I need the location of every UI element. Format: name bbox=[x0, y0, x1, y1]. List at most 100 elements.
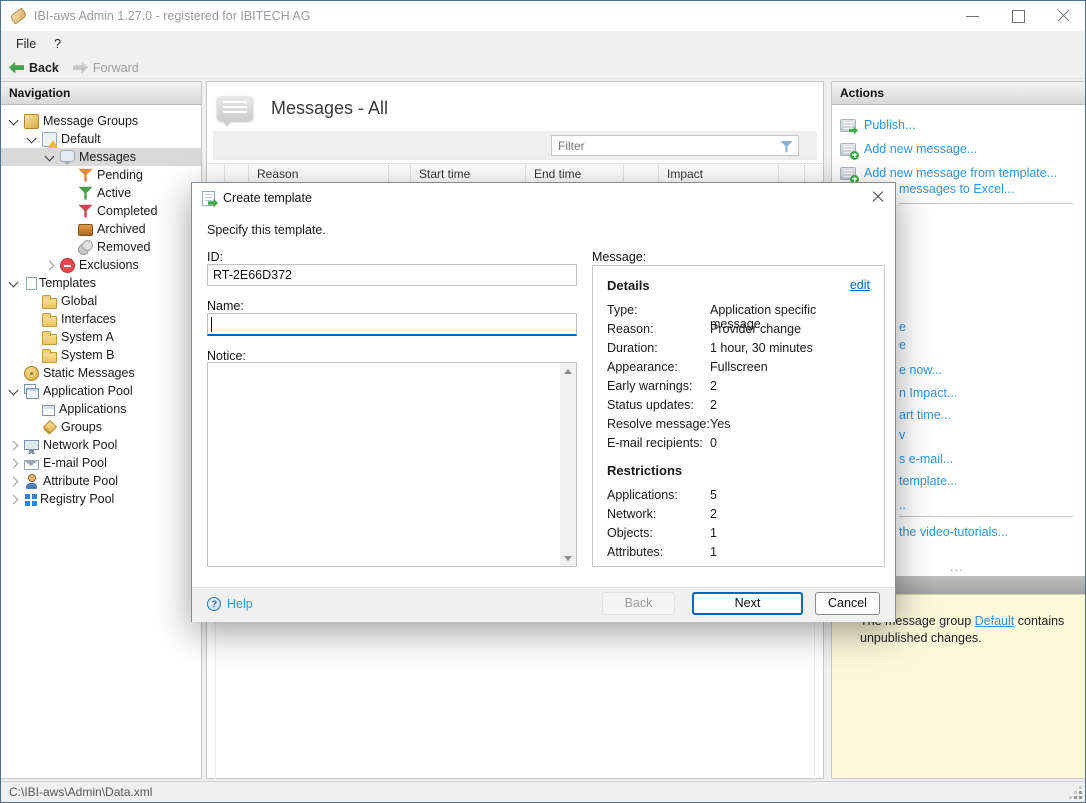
action-link-fragment[interactable]: v bbox=[899, 428, 905, 442]
tree-item[interactable]: Exclusions bbox=[1, 256, 201, 274]
action-link-fragment[interactable]: s e-mail... bbox=[899, 452, 953, 466]
tree-item[interactable]: Network Pool bbox=[1, 436, 201, 454]
chevron-icon[interactable] bbox=[61, 205, 74, 218]
chevron-icon[interactable] bbox=[7, 493, 20, 506]
chevron-icon[interactable] bbox=[7, 439, 20, 452]
action-link-fragment[interactable]: e now... bbox=[899, 363, 942, 377]
chevron-icon[interactable] bbox=[25, 295, 38, 308]
column-header[interactable]: Impact bbox=[659, 164, 779, 183]
tree-item-label: Archived bbox=[97, 222, 146, 236]
chevron-icon[interactable] bbox=[7, 475, 20, 488]
chevron-icon[interactable] bbox=[61, 187, 74, 200]
chevron-icon[interactable] bbox=[61, 223, 74, 236]
chevron-icon[interactable] bbox=[43, 151, 56, 164]
action-link-fragment[interactable]: template... bbox=[899, 474, 957, 488]
column-header[interactable] bbox=[207, 164, 225, 183]
chevron-icon[interactable] bbox=[25, 133, 38, 146]
forward-button[interactable]: Forward bbox=[73, 61, 139, 75]
tree-item[interactable]: Global bbox=[1, 292, 201, 310]
close-button[interactable] bbox=[1040, 1, 1085, 31]
tree-item[interactable]: Archived bbox=[1, 220, 201, 238]
next-button[interactable]: Next bbox=[692, 592, 803, 615]
tree-item[interactable]: E-mail Pool bbox=[1, 454, 201, 472]
chevron-icon[interactable] bbox=[43, 259, 56, 272]
chevron-icon[interactable] bbox=[25, 421, 38, 434]
action-link[interactable]: Add new message... bbox=[840, 137, 1086, 161]
tree-item[interactable]: Messages bbox=[1, 148, 201, 166]
dialog-close-icon[interactable] bbox=[870, 189, 886, 205]
tree-item[interactable]: Applications bbox=[1, 400, 201, 418]
tree-item[interactable]: Active bbox=[1, 184, 201, 202]
chevron-icon[interactable] bbox=[7, 277, 20, 290]
name-field[interactable] bbox=[207, 313, 577, 336]
resize-grip-icon[interactable] bbox=[1079, 796, 1082, 799]
scroll-down-icon[interactable] bbox=[560, 550, 576, 566]
chevron-icon[interactable] bbox=[25, 349, 38, 362]
tree-item[interactable]: Registry Pool bbox=[1, 490, 201, 508]
tree-item[interactable]: Application Pool bbox=[1, 382, 201, 400]
detail-row: E-mail recipients: 0 bbox=[607, 436, 870, 455]
help-link[interactable]: Help bbox=[207, 597, 253, 611]
tree-item[interactable]: Pending bbox=[1, 166, 201, 184]
filter-funnel-icon[interactable] bbox=[780, 140, 793, 153]
column-header[interactable]: Reason bbox=[249, 164, 389, 183]
minimize-button[interactable] bbox=[950, 1, 995, 31]
chevron-icon[interactable] bbox=[61, 241, 74, 254]
tree-item[interactable]: Groups bbox=[1, 418, 201, 436]
scroll-up-icon[interactable] bbox=[560, 363, 576, 379]
chevron-icon[interactable] bbox=[25, 403, 38, 416]
column-header[interactable] bbox=[225, 164, 249, 183]
column-header[interactable]: Start time bbox=[411, 164, 526, 183]
action-link-fragment[interactable]: messages to Excel... bbox=[899, 182, 1014, 196]
action-link-fragment[interactable]: ... bbox=[950, 560, 963, 574]
chevron-icon[interactable] bbox=[25, 313, 38, 326]
chevron-icon[interactable] bbox=[25, 331, 38, 344]
action-link-fragment[interactable] bbox=[899, 203, 1073, 204]
cancel-button[interactable]: Cancel bbox=[815, 592, 880, 615]
action-link[interactable]: Publish... bbox=[840, 113, 1086, 137]
menu-item[interactable]: ? bbox=[45, 34, 70, 54]
tree-item[interactable]: Templates bbox=[1, 274, 201, 292]
column-header[interactable] bbox=[624, 164, 659, 183]
chevron-icon[interactable] bbox=[7, 457, 20, 470]
tree-item[interactable]: Static Messages bbox=[1, 364, 201, 382]
action-link-fragment[interactable]: n Impact... bbox=[899, 386, 957, 400]
tree-item[interactable]: Interfaces bbox=[1, 310, 201, 328]
tree-item[interactable]: Completed bbox=[1, 202, 201, 220]
tree-item[interactable]: Removed bbox=[1, 238, 201, 256]
edit-link[interactable]: edit bbox=[850, 278, 870, 293]
action-link-fragment[interactable]: e bbox=[899, 338, 906, 352]
messages-icon bbox=[217, 96, 253, 121]
tree-item[interactable]: System A bbox=[1, 328, 201, 346]
action-link-fragment[interactable]: e bbox=[899, 320, 906, 334]
action-link-fragment[interactable] bbox=[899, 516, 1073, 517]
chevron-icon[interactable] bbox=[61, 169, 74, 182]
tree-item-icon bbox=[60, 258, 75, 273]
action-link-fragment[interactable]: art time... bbox=[899, 408, 951, 422]
menu-item[interactable]: File bbox=[7, 34, 45, 54]
chevron-icon[interactable] bbox=[7, 367, 20, 380]
id-field[interactable] bbox=[207, 264, 577, 286]
chevron-icon[interactable] bbox=[7, 115, 20, 128]
tree-item-label: Global bbox=[61, 294, 97, 308]
back-dialog-button[interactable]: Back bbox=[602, 592, 675, 615]
column-header[interactable] bbox=[389, 164, 411, 183]
action-link-fragment[interactable]: .. bbox=[899, 498, 906, 512]
tree-item[interactable]: Message Groups bbox=[1, 112, 201, 130]
default-group-link[interactable]: Default bbox=[975, 614, 1015, 628]
action-link-fragment[interactable]: the video-tutorials... bbox=[899, 525, 1008, 539]
column-header[interactable] bbox=[779, 164, 805, 183]
restriction-value: 5 bbox=[710, 488, 717, 507]
chevron-icon[interactable] bbox=[7, 385, 20, 398]
notice-field[interactable] bbox=[207, 362, 577, 567]
maximize-button[interactable] bbox=[995, 1, 1040, 31]
notice-scrollbar[interactable] bbox=[560, 363, 576, 566]
tree-item[interactable]: Attribute Pool bbox=[1, 472, 201, 490]
filter-input[interactable] bbox=[552, 137, 752, 155]
dialog-title: Create template bbox=[223, 191, 312, 205]
tree-item-icon bbox=[26, 277, 37, 290]
back-button[interactable]: Back bbox=[9, 61, 59, 75]
column-header[interactable]: End time bbox=[526, 164, 624, 183]
tree-item[interactable]: System B bbox=[1, 346, 201, 364]
tree-item[interactable]: Default bbox=[1, 130, 201, 148]
